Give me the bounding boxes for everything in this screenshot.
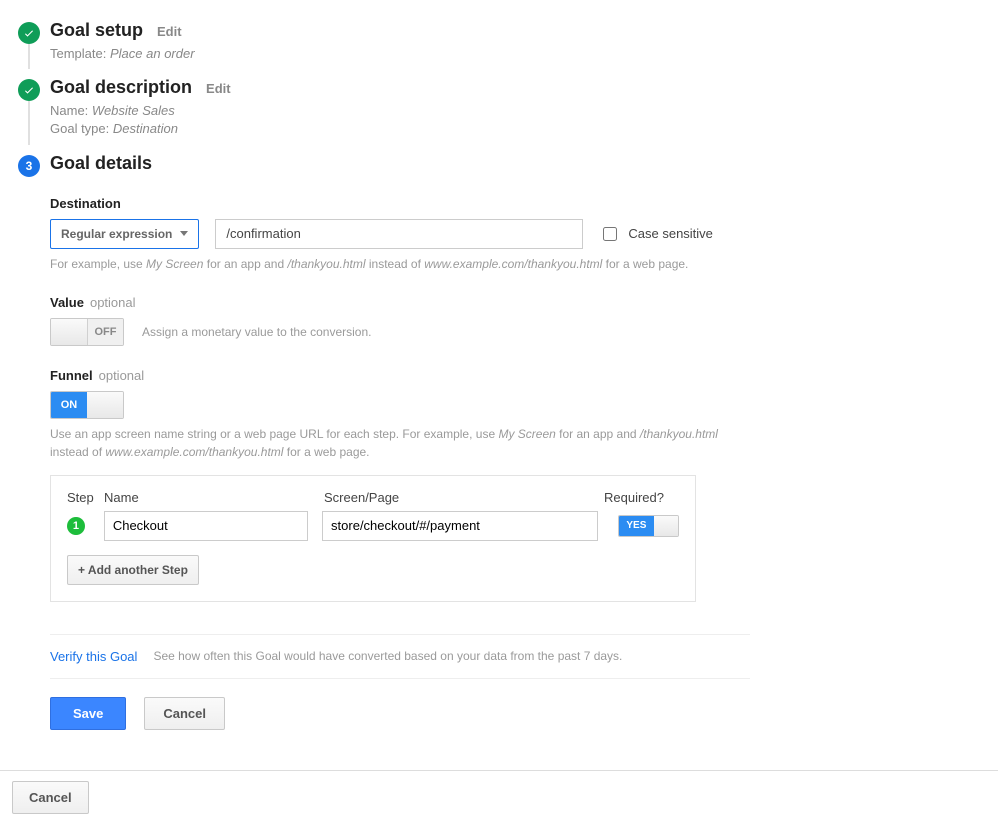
chevron-down-icon — [180, 231, 188, 236]
edit-description-link[interactable]: Edit — [206, 81, 231, 96]
connector-line — [28, 101, 30, 144]
funnel-steps-header: Step Name Screen/Page Required? — [67, 490, 679, 505]
verify-goal-link[interactable]: Verify this Goal — [50, 649, 137, 664]
save-button[interactable]: Save — [50, 697, 126, 730]
step-description-meta: Name: Website Sales Goal type: Destinati… — [50, 102, 980, 138]
step-number-icon: 1 — [67, 517, 85, 535]
col-name: Name — [104, 490, 324, 505]
toggle-knob — [654, 516, 678, 536]
col-step: Step — [67, 490, 104, 505]
step-description-title: Goal description — [50, 77, 192, 98]
add-step-button[interactable]: + Add another Step — [67, 555, 199, 585]
step-details-title: Goal details — [50, 153, 152, 174]
funnel-helptext: Use an app screen name string or a web p… — [50, 425, 730, 461]
case-sensitive-checkbox[interactable]: Case sensitive — [599, 224, 713, 244]
step-goal-details: 3 Goal details Destination Regular expre… — [18, 153, 980, 730]
step-name-input[interactable] — [104, 511, 308, 541]
step-goal-description: Goal description Edit Name: Website Sale… — [18, 77, 980, 138]
toggle-on-label: ON — [51, 392, 87, 418]
footer-bar: Cancel — [0, 770, 998, 824]
connector-line — [28, 44, 30, 69]
value-heading: Valueoptional — [50, 295, 980, 310]
step-setup-meta: Template: Place an order — [50, 45, 980, 63]
value-hint: Assign a monetary value to the conversio… — [142, 325, 371, 339]
funnel-heading: Funneloptional — [50, 368, 980, 383]
destination-input[interactable] — [215, 219, 583, 249]
destination-heading: Destination — [50, 196, 980, 211]
toggle-yes-label: YES — [619, 516, 655, 536]
cancel-button[interactable]: Cancel — [144, 697, 225, 730]
step-page-input[interactable] — [322, 511, 598, 541]
match-type-dropdown[interactable]: Regular expression — [50, 219, 199, 249]
check-icon — [18, 22, 40, 44]
col-required: Required? — [604, 490, 679, 505]
toggle-knob — [51, 319, 87, 345]
verify-row: Verify this Goal See how often this Goal… — [50, 634, 750, 679]
match-type-label: Regular expression — [61, 227, 172, 241]
funnel-step-row: 1 YES — [67, 511, 679, 541]
destination-helptext: For example, use My Screen for an app an… — [50, 255, 980, 273]
edit-setup-link[interactable]: Edit — [157, 24, 182, 39]
step-required-toggle[interactable]: YES — [618, 515, 679, 537]
value-toggle[interactable]: OFF — [50, 318, 124, 346]
funnel-toggle[interactable]: ON — [50, 391, 124, 419]
step-number-badge: 3 — [18, 155, 40, 177]
funnel-steps-table: Step Name Screen/Page Required? 1 YES + … — [50, 475, 696, 602]
check-icon — [18, 79, 40, 101]
step-goal-setup: Goal setup Edit Template: Place an order — [18, 20, 980, 63]
toggle-off-label: OFF — [87, 319, 123, 345]
toggle-knob — [87, 392, 123, 418]
verify-hint: See how often this Goal would have conve… — [153, 649, 622, 663]
col-page: Screen/Page — [324, 490, 604, 505]
step-setup-title: Goal setup — [50, 20, 143, 41]
footer-cancel-button[interactable]: Cancel — [12, 781, 89, 814]
